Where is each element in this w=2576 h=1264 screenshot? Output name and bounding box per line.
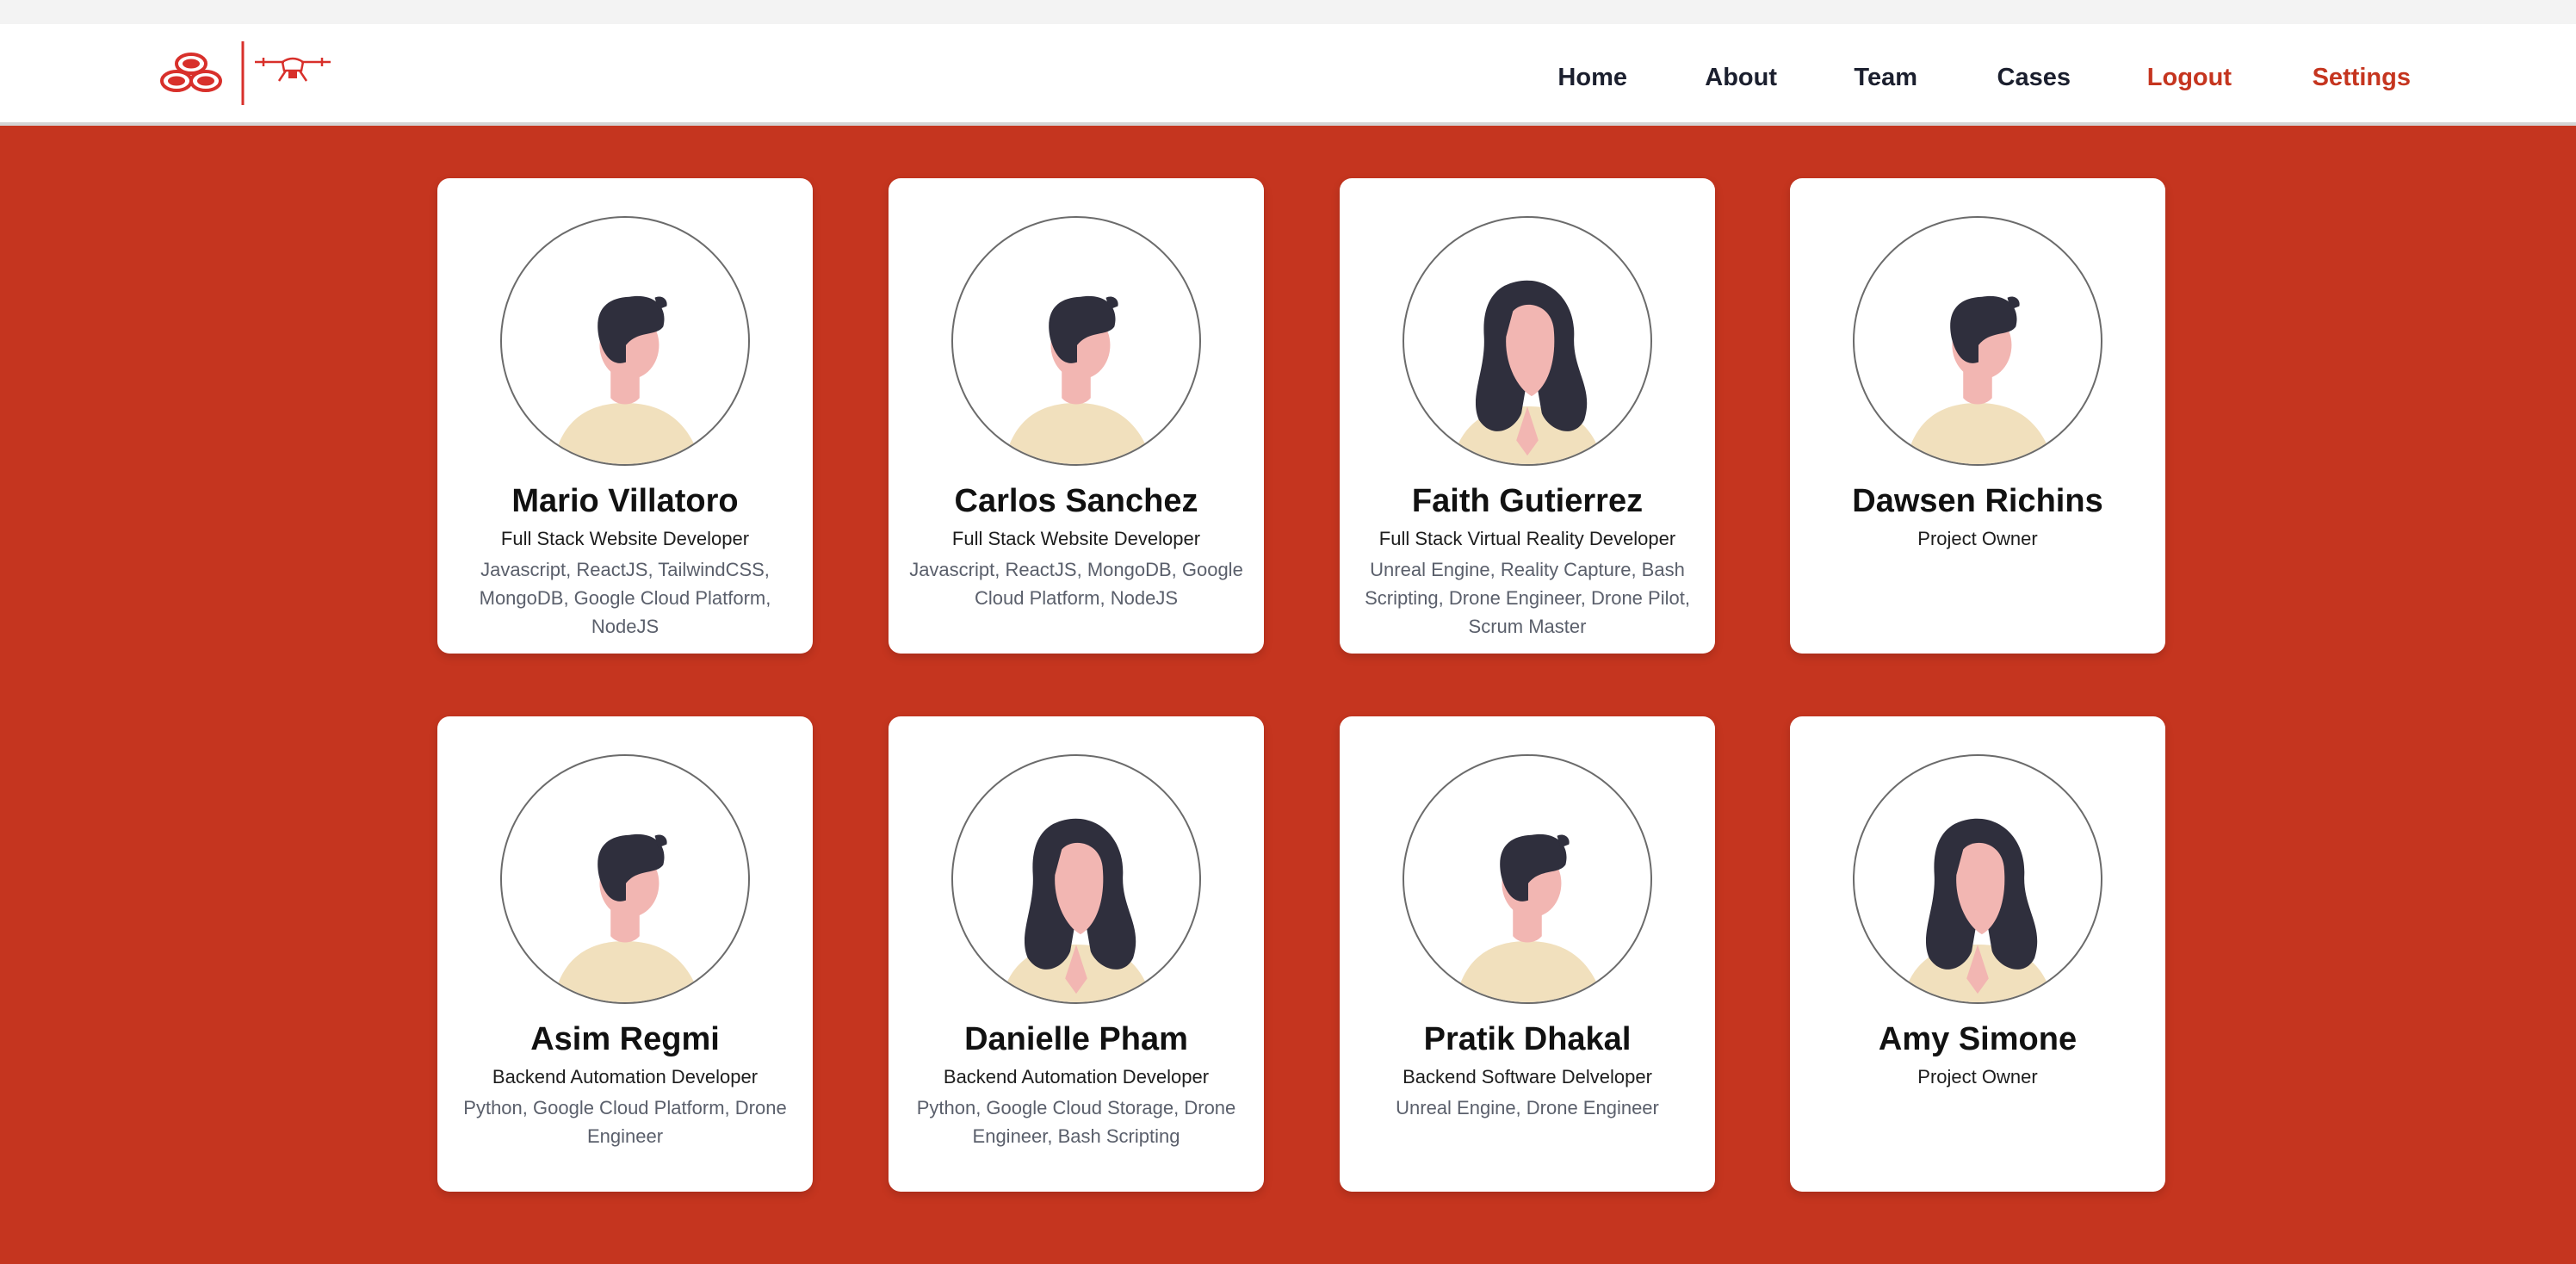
avatar <box>1853 216 2102 466</box>
member-role: Full Stack Website Developer <box>500 528 750 549</box>
navbar: Home About Team Cases Logout Settings <box>0 24 2576 126</box>
member-skills: Unreal Engine, Reality Capture, Bash Scr… <box>1365 559 1690 637</box>
member-name: Dawsen Richins <box>1852 483 2103 519</box>
avatar <box>500 216 750 466</box>
member-skills: Python, Google Cloud Storage, Drone Engi… <box>916 1097 1236 1147</box>
avatar <box>1403 754 1652 1004</box>
female-avatar-icon <box>1902 818 2053 1002</box>
male-avatar-icon <box>553 833 702 1002</box>
member-role: Backend Software Delveloper <box>1403 1066 1652 1087</box>
member-role: Full Stack Website Developer <box>951 528 1201 549</box>
browser-top-strip <box>0 0 2576 24</box>
member-skills: Javascript, ReactJS, TailwindCSS, MongoD… <box>479 559 771 637</box>
member-name: Carlos Sanchez <box>954 483 1198 519</box>
member-name: Faith Gutierrez <box>1411 483 1644 519</box>
team-card: Carlos Sanchez Full Stack Website Develo… <box>889 178 1264 654</box>
team-card: Danielle Pham Backend Automation Develop… <box>889 716 1264 1192</box>
avatar <box>1853 754 2102 1004</box>
brand-logo[interactable] <box>157 40 337 107</box>
team-grid: Mario Villatoro Full Stack Website Devel… <box>0 129 2576 1264</box>
member-role: Backend Automation Developer <box>492 1066 759 1087</box>
nav-team[interactable]: Team <box>1854 64 1917 92</box>
avatar <box>500 754 750 1004</box>
team-card: Faith Gutierrez Full Stack Virtual Reali… <box>1340 178 1715 654</box>
member-name: Danielle Pham <box>964 1021 1188 1057</box>
member-name: Asim Regmi <box>530 1021 720 1057</box>
team-card: Dawsen Richins Project Owner <box>1790 178 2165 654</box>
member-role: Backend Automation Developer <box>943 1066 1210 1087</box>
team-card: Asim Regmi Backend Automation Developer … <box>437 716 813 1192</box>
avatar <box>1403 216 1652 466</box>
nav-logout[interactable]: Logout <box>2147 64 2232 92</box>
member-name: Amy Simone <box>1878 1021 2078 1057</box>
female-avatar-icon <box>1452 280 1603 464</box>
member-skills: Javascript, ReactJS, MongoDB, Google Clo… <box>909 559 1243 609</box>
avatar <box>951 216 1201 466</box>
drone-icon <box>255 57 331 82</box>
member-name: Pratik Dhakal <box>1423 1021 1632 1057</box>
avatar <box>951 754 1201 1004</box>
member-skills: Unreal Engine, Drone Engineer <box>1396 1097 1659 1118</box>
male-avatar-icon <box>553 295 702 464</box>
member-role: Full Stack Virtual Reality Developer <box>1378 528 1676 549</box>
member-name: Mario Villatoro <box>511 483 739 519</box>
nav-home[interactable]: Home <box>1557 64 1627 92</box>
female-avatar-icon <box>1000 818 1152 1002</box>
nav-settings[interactable]: Settings <box>2313 64 2411 92</box>
member-role: Project Owner <box>1917 528 2038 549</box>
male-avatar-icon <box>1004 295 1153 464</box>
member-skills: Python, Google Cloud Platform, Drone Eng… <box>463 1097 787 1147</box>
male-avatar-icon <box>1905 295 2054 464</box>
team-card: Pratik Dhakal Backend Software Delvelope… <box>1340 716 1715 1192</box>
male-avatar-icon <box>1455 833 1604 1002</box>
member-role: Project Owner <box>1917 1066 2038 1087</box>
nav-about[interactable]: About <box>1705 64 1777 92</box>
team-card: Amy Simone Project Owner <box>1790 716 2165 1192</box>
nav-cases[interactable]: Cases <box>1997 64 2071 92</box>
team-card: Mario Villatoro Full Stack Website Devel… <box>437 178 813 654</box>
